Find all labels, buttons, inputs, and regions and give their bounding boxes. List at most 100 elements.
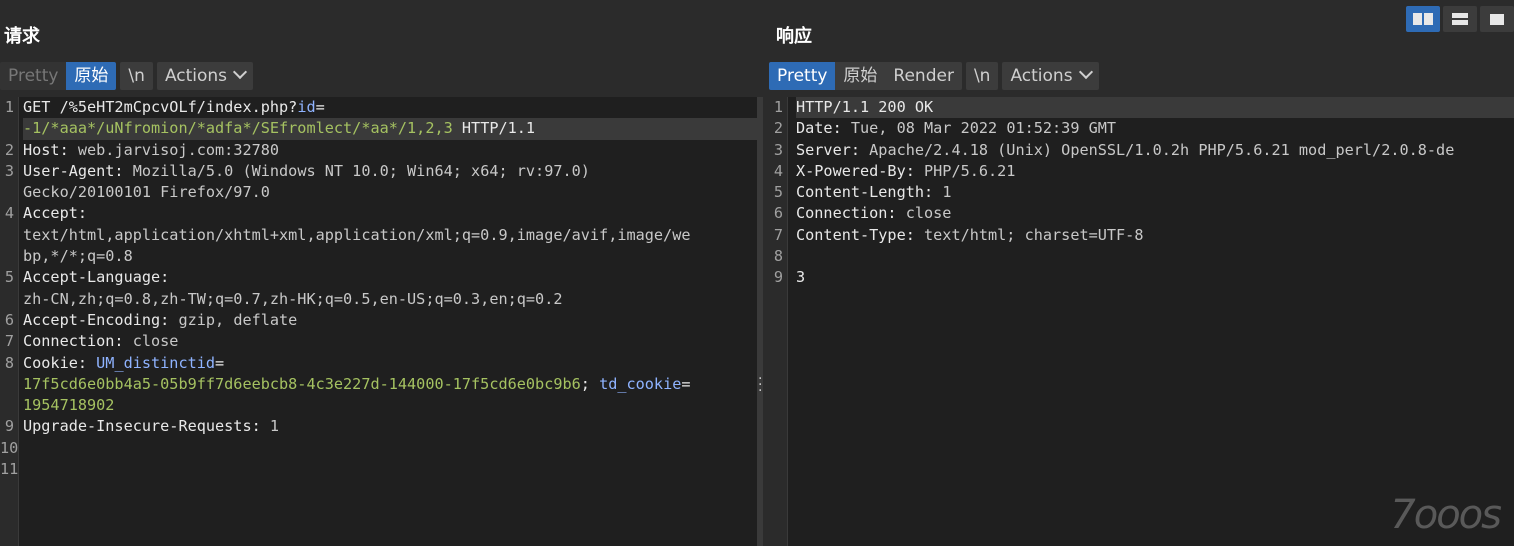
line-number: 9 [4, 417, 14, 436]
code-token: Accept: [23, 204, 88, 223]
code-token: 3 [796, 268, 806, 287]
single-pane-icon[interactable] [1480, 6, 1514, 32]
chevron-down-icon [1078, 64, 1093, 80]
request-tab-raw[interactable]: 原始 [66, 62, 117, 90]
code-line: Accept-Language: [23, 267, 757, 288]
code-token: Upgrade-Insecure-Requests: [23, 417, 270, 436]
code-line: GET /%5eHT2mCpcvOLf/index.php?id= [23, 97, 757, 118]
code-line: HTTP/1.1 200 OK [796, 97, 1514, 119]
code-token: 1 [942, 183, 952, 202]
code-line: 17f5cd6e0bb4a5-05b9ff7d6eebcb8-4c3e227d-… [23, 374, 757, 395]
code-token: HTTP/1.1 [452, 119, 536, 138]
response-line-numbers: 1 2 3 4 5 6 7 8 9 [763, 97, 788, 546]
code-token: PHP/5.6.21 [924, 161, 1016, 180]
code-token: Mozilla/5.0 (Windows NT 10.0; Win64; x64… [132, 161, 590, 180]
request-tabs: Pretty 原始 \n Actions [0, 62, 254, 90]
code-line: text/html,application/xhtml+xml,applicat… [23, 225, 757, 246]
code-token: Apache/2.4.18 (Unix) OpenSSL/1.0.2h PHP/… [869, 140, 1455, 159]
response-tab-raw[interactable]: 原始 [835, 62, 886, 90]
code-token: zh-CN,zh;q=0.8,zh-TW;q=0.7,zh-HK;q=0.5,e… [23, 289, 563, 308]
code-token: bp,*/*;q=0.8 [23, 247, 133, 266]
line-number [0, 225, 18, 246]
layout-toggle-group [1406, 6, 1514, 32]
response-actions-menu[interactable]: Actions [1002, 62, 1099, 90]
code-token: = [215, 353, 225, 372]
code-token: Server: [796, 140, 870, 159]
line-number: 2 [4, 140, 14, 159]
code-token: Accept-Language: [23, 268, 170, 287]
response-tabs: Pretty 原始 Render \n Actions [769, 62, 1099, 90]
code-token: web.jarvisoj.com:32780 [77, 140, 280, 159]
code-line: Date: Tue, 08 Mar 2022 01:52:39 GMT [796, 118, 1514, 139]
request-tab-pretty[interactable]: Pretty [0, 62, 67, 90]
line-number: 7 [4, 332, 14, 351]
code-token: close [905, 204, 952, 223]
code-token: 17f5cd6e0bb4a5-05b9ff7d6eebcb8-4c3e227d-… [23, 374, 581, 393]
code-token: Host: [23, 140, 78, 159]
code-token: Accept-Encoding: [23, 310, 179, 329]
line-number: 8 [4, 353, 14, 372]
request-line-numbers: 1 2 3 4 5 6 7 8 9 10 11 [0, 97, 19, 546]
request-tab-newline[interactable]: \n [120, 62, 153, 90]
code-line: X-Powered-By: PHP/5.6.21 [796, 161, 1514, 182]
code-token: UM_distinctid [96, 353, 216, 372]
code-token: Tue, 08 Mar 2022 01:52:39 GMT [850, 119, 1117, 138]
code-line: 3 [796, 267, 1514, 288]
line-number: 10 [0, 438, 19, 457]
response-editor[interactable]: 1 2 3 4 5 6 7 8 9 HTTP/1.1 200 OK Date: Tue, 08 M… [763, 97, 1514, 546]
request-title: 请求 [4, 26, 40, 47]
line-number [0, 182, 18, 203]
split-horizontal-icon[interactable] [1406, 6, 1440, 32]
line-number: 3 [773, 140, 783, 159]
line-number [0, 395, 18, 416]
watermark-logo: 7ooos [1390, 492, 1502, 538]
code-token: close [132, 332, 179, 351]
response-actions-label: Actions [1010, 66, 1073, 86]
response-tab-newline[interactable]: \n [965, 62, 999, 90]
line-number: 11 [0, 460, 19, 479]
code-token: Content-Length: [796, 183, 943, 202]
code-token: Cookie: [23, 353, 97, 372]
response-body[interactable]: HTTP/1.1 200 OK Date: Tue, 08 Mar 2022 01… [796, 97, 1514, 289]
code-token: User-Agent: [23, 161, 133, 180]
code-line: Accept-Encoding: gzip, deflate [23, 310, 757, 331]
line-number: 6 [773, 204, 783, 223]
code-line: Gecko/20100101 Firefox/97.0 [23, 182, 757, 203]
split-vertical-icon[interactable] [1443, 6, 1477, 32]
request-body[interactable]: GET /%5eHT2mCpcvOLf/index.php?id= -1/*aaa… [23, 97, 757, 480]
code-token: X-Powered-By: [796, 161, 925, 180]
code-token: Date: [796, 119, 851, 138]
line-number: 2 [773, 119, 783, 138]
request-actions-menu[interactable]: Actions [156, 62, 254, 90]
code-line: Content-Length: 1 [796, 182, 1514, 203]
code-line: Upgrade-Insecure-Requests: 1 [23, 416, 757, 437]
code-line: Cookie: UM_distinctid= [23, 353, 757, 374]
line-number: 7 [773, 225, 783, 244]
code-token: gzip, deflate [178, 310, 298, 329]
request-header: 请求 Pretty 原始 \n Actions [0, 0, 757, 96]
response-tab-pretty[interactable]: Pretty [769, 62, 836, 90]
code-token: td_cookie [599, 374, 682, 393]
request-editor[interactable]: 1 2 3 4 5 6 7 8 9 10 11 GET /%5eHT2mCpcvOLf/index.… [0, 97, 757, 546]
code-line: bp,*/*;q=0.8 [23, 246, 757, 267]
response-tab-render[interactable]: Render [885, 62, 962, 90]
code-token: id [297, 98, 316, 116]
code-token: HTTP/1.1 200 OK [796, 98, 934, 116]
line-number: 6 [4, 310, 14, 329]
code-line: Connection: close [23, 331, 757, 352]
line-number [0, 246, 18, 267]
code-token: = [681, 374, 691, 393]
response-header: 响应 Pretty 原始 Render \n Actions [763, 0, 1514, 96]
code-line: zh-CN,zh;q=0.8,zh-TW;q=0.7,zh-HK;q=0.5,e… [23, 289, 757, 310]
line-number [0, 289, 18, 310]
line-number: 9 [773, 268, 783, 287]
code-token: text/html; charset=UTF-8 [924, 225, 1144, 244]
code-line: Connection: close [796, 203, 1514, 224]
line-number: 4 [4, 204, 14, 223]
drag-handle-icon[interactable]: ⋅ ⋅ ⋅ [758, 372, 762, 398]
code-line: Content-Type: text/html; charset=UTF-8 [796, 225, 1514, 246]
code-token: Connection: [796, 204, 906, 223]
code-token: = [315, 98, 325, 116]
